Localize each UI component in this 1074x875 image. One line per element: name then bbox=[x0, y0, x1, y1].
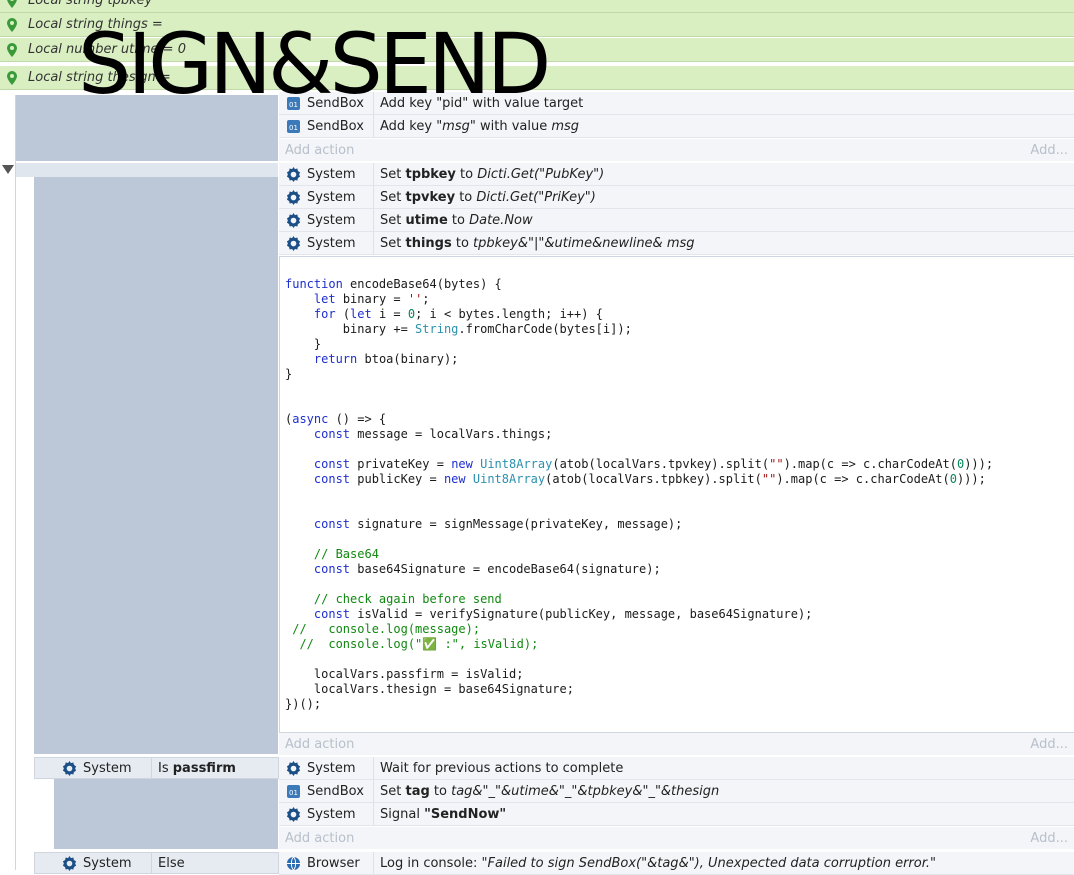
action-text: Log in console: "Failed to sign SendBox(… bbox=[380, 855, 936, 871]
gear-icon bbox=[286, 760, 301, 776]
action-text: Set tpbkey to Dicti.Get("PubKey") bbox=[380, 166, 605, 182]
action-row[interactable]: 01 SendBox Add key "msg" with value msg bbox=[279, 115, 1074, 138]
action-row[interactable]: System Wait for previous actions to comp… bbox=[279, 757, 1074, 780]
gear-icon bbox=[62, 855, 77, 871]
action-text: Wait for previous actions to complete bbox=[380, 760, 624, 776]
event-header-strip bbox=[16, 163, 278, 177]
action-row[interactable]: System Set utime to Date.Now bbox=[279, 209, 1074, 232]
event-condition-row[interactable]: System Is passfirm bbox=[34, 757, 279, 779]
action-text: Signal "SendNow" bbox=[380, 806, 507, 822]
variable-pin-icon bbox=[7, 0, 17, 8]
add-action-button[interactable]: Add action Add... bbox=[279, 139, 1074, 161]
event-condition-area[interactable] bbox=[34, 177, 278, 754]
add-action-right: Add... bbox=[1030, 830, 1068, 846]
gear-icon bbox=[286, 806, 301, 822]
action-object: System bbox=[307, 235, 356, 251]
action-object: System bbox=[307, 806, 356, 822]
action-row[interactable]: Browser Log in console: "Failed to sign … bbox=[279, 852, 1074, 875]
globe-icon bbox=[286, 856, 301, 870]
action-text: Set utime to Date.Now bbox=[380, 212, 533, 228]
add-action-label: Add action bbox=[285, 142, 355, 158]
action-row[interactable]: System Set things to tpbkey&"|"&utime&ne… bbox=[279, 232, 1074, 255]
sendbox-icon: 01 bbox=[287, 119, 300, 133]
svg-text:01: 01 bbox=[289, 789, 298, 797]
gear-icon bbox=[286, 166, 301, 182]
add-action-button[interactable]: Add action Add... bbox=[279, 733, 1074, 755]
action-object: System bbox=[307, 189, 356, 205]
collapse-triangle-icon[interactable] bbox=[2, 165, 14, 174]
action-object: System bbox=[307, 760, 356, 776]
variable-pin-icon bbox=[7, 17, 17, 32]
action-object: Browser bbox=[307, 855, 360, 871]
gear-icon bbox=[62, 760, 77, 776]
sendbox-icon: 01 bbox=[287, 784, 300, 798]
action-text: Set tpvkey to Dicti.Get("PriKey") bbox=[380, 189, 596, 205]
condition-object: System bbox=[83, 855, 132, 871]
gear-icon bbox=[286, 189, 301, 205]
action-object: System bbox=[307, 212, 356, 228]
action-text: Set things to tpbkey&"|"&utime&newline& … bbox=[380, 235, 695, 251]
script-block[interactable]: function encodeBase64(bytes) { let binar… bbox=[279, 256, 1074, 733]
action-object: System bbox=[307, 166, 356, 182]
add-action-label: Add action bbox=[285, 736, 355, 752]
event-condition-row[interactable]: System Else bbox=[34, 852, 279, 874]
action-row[interactable]: System Signal "SendNow" bbox=[279, 803, 1074, 826]
action-text: Set tag to tag&"_"&utime&"_"&tpbkey&"_"&… bbox=[380, 783, 720, 799]
tree-guide-line bbox=[15, 95, 16, 870]
event-condition-area[interactable] bbox=[54, 779, 278, 849]
add-action-button[interactable]: Add action Add... bbox=[279, 827, 1074, 849]
add-action-label: Add action bbox=[285, 830, 355, 846]
global-var-row[interactable]: Local string tpbkey bbox=[0, 0, 1074, 13]
svg-text:01: 01 bbox=[289, 124, 298, 132]
condition-text: Else bbox=[158, 855, 185, 871]
condition-object: System bbox=[83, 760, 132, 776]
variable-pin-icon bbox=[7, 42, 17, 57]
gear-icon bbox=[286, 212, 301, 228]
action-object: SendBox bbox=[307, 118, 364, 134]
script-code: function encodeBase64(bytes) { let binar… bbox=[285, 277, 994, 711]
condition-text: Is passfirm bbox=[158, 760, 236, 776]
add-action-right: Add... bbox=[1030, 142, 1068, 158]
gear-icon bbox=[286, 235, 301, 251]
action-row[interactable]: System Set tpvkey to Dicti.Get("PriKey") bbox=[279, 186, 1074, 209]
action-text: Add key "msg" with value msg bbox=[380, 118, 580, 134]
overlay-title: SIGN&SEND bbox=[78, 15, 551, 113]
action-row[interactable]: 01 SendBox Set tag to tag&"_"&utime&"_"&t… bbox=[279, 780, 1074, 803]
global-var-label: Local string tpbkey bbox=[28, 0, 153, 8]
add-action-right: Add... bbox=[1030, 736, 1068, 752]
action-row[interactable]: System Set tpbkey to Dicti.Get("PubKey") bbox=[279, 163, 1074, 186]
action-object: SendBox bbox=[307, 783, 364, 799]
variable-pin-icon bbox=[7, 70, 17, 85]
